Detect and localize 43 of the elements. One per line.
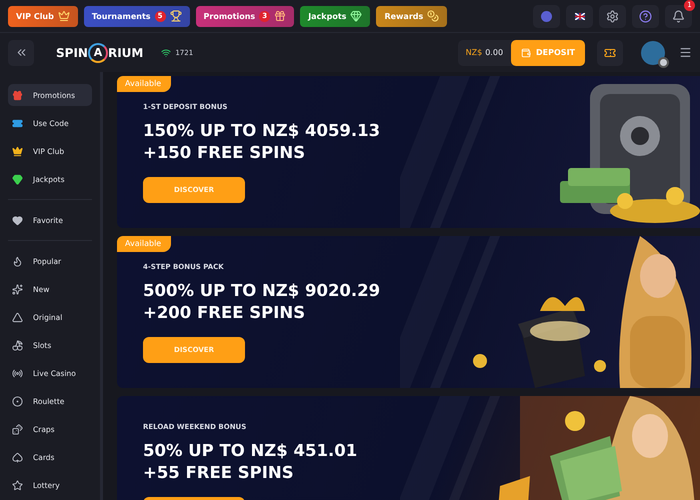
balance-field: NZ$ 0.00 DEPOSIT [458, 40, 585, 66]
flame-icon [12, 256, 23, 266]
currency-button[interactable] [533, 4, 560, 28]
ticket-icon [604, 46, 616, 58]
offer-title: 500% UP TO NZ$ 9020.29 +200 FREE SPINS [143, 280, 382, 324]
triangle-icon [12, 312, 23, 322]
help-icon [639, 10, 652, 22]
wallet-icon [521, 48, 532, 58]
heart-icon [12, 214, 23, 226]
offer-title: 150% UP TO NZ$ 4059.13 +150 FREE SPINS [143, 120, 382, 164]
menu-icon[interactable] [679, 46, 692, 59]
coin-icon [541, 10, 552, 22]
flag-icon [574, 12, 584, 20]
ticket-icon [12, 118, 23, 128]
bell-icon [672, 10, 685, 22]
settings-icon [606, 10, 619, 22]
star-icon [12, 480, 23, 490]
sidebar-toggle[interactable] [8, 40, 34, 66]
promo-tab[interactable]: VIP Club [8, 6, 78, 26]
crown-icon [58, 10, 70, 22]
wheel-icon [12, 396, 23, 406]
sparkle-icon [12, 284, 23, 294]
gem-icon [350, 10, 362, 22]
spade-icon [12, 452, 23, 462]
gift-icon [274, 10, 286, 22]
wifi-icon [161, 48, 172, 58]
offer-title: 50% UP TO NZ$ 451.01 +55 FREE SPINS [143, 440, 358, 484]
gift-icon [12, 90, 23, 100]
language-button[interactable] [566, 4, 593, 28]
crown-icon [12, 146, 23, 156]
help-button[interactable] [632, 4, 659, 28]
dice-icon [12, 424, 23, 434]
trophy-icon [170, 10, 182, 22]
logo[interactable]: SPIN A RIUM [56, 42, 144, 62]
gift-code-button[interactable] [597, 40, 623, 66]
coins-icon [427, 10, 440, 22]
radio-icon [12, 368, 23, 378]
status-badge: Available [117, 76, 172, 92]
status-badge: Available [117, 236, 172, 252]
gem-icon [12, 174, 23, 184]
cherry-icon [12, 340, 23, 350]
promo-tab[interactable]: Jackpots [300, 6, 370, 26]
settings-button[interactable] [599, 4, 626, 28]
